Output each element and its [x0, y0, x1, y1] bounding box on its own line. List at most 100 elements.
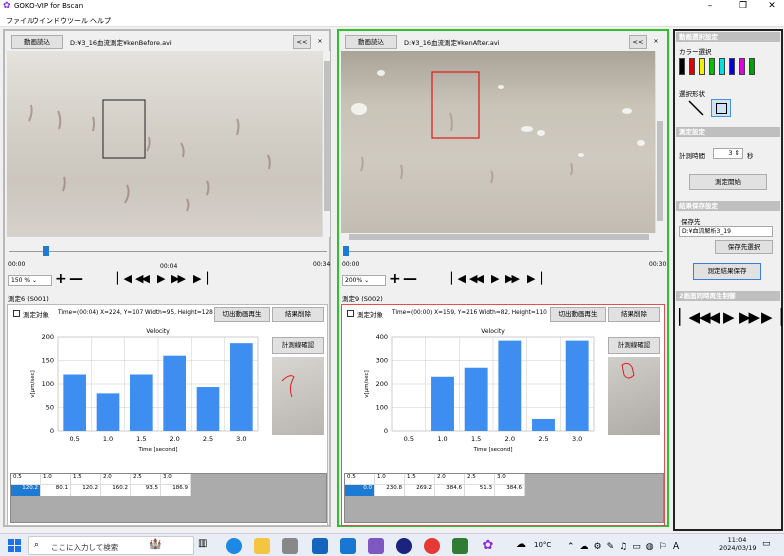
menu-help[interactable]: ヘルプ	[90, 16, 111, 26]
velocity-chart: Velocity 0 50 100 150 200 0.5 1.0 1.5 2.0 2.5 3.0 Ti…	[10, 325, 268, 470]
rect-shape-icon[interactable]	[711, 99, 731, 117]
video-hscroll[interactable]	[341, 233, 663, 241]
taskbar-search[interactable]: ⌕ ここに入力して検索 🏰	[28, 536, 194, 555]
restore-icon[interactable]: ❐	[733, 1, 753, 11]
color-swatch[interactable]	[699, 58, 705, 75]
outlook-icon[interactable]	[340, 538, 356, 554]
close-panel-button[interactable]: ×	[649, 35, 663, 49]
zoom-select[interactable]: 150 % ⌄	[8, 275, 52, 286]
load-video-button[interactable]: 動画読込	[11, 35, 63, 49]
table-value-cell[interactable]: 51.3	[465, 485, 495, 496]
table-value-cell[interactable]: 269.2	[405, 485, 435, 496]
video-frame[interactable]	[341, 51, 655, 233]
clip-play-button[interactable]: 切出動画再生	[214, 307, 270, 322]
table-value-cell[interactable]: 120.2	[11, 485, 41, 496]
table-value-cell[interactable]: 186.9	[161, 485, 191, 496]
timeline-handle[interactable]	[43, 246, 50, 256]
color-swatch[interactable]	[739, 58, 745, 75]
measure-time-input[interactable]: 3 ⇕	[713, 148, 743, 159]
notification-icon[interactable]: ▭	[762, 539, 771, 549]
rewind-button[interactable]: ◀◀	[469, 272, 484, 285]
timeline-track[interactable]	[343, 251, 663, 252]
choose-dest-button[interactable]: 保存先選択	[715, 240, 773, 254]
color-swatch[interactable]	[729, 58, 735, 75]
measure-checkbox[interactable]	[13, 310, 20, 317]
collapse-button[interactable]: <<	[293, 35, 311, 49]
scroll-thumb[interactable]	[657, 121, 663, 221]
video-texture	[351, 70, 645, 184]
zoom-out-button[interactable]: —	[69, 271, 83, 287]
sync-rewind-button[interactable]: ◀◀	[699, 308, 720, 326]
first-frame-button[interactable]: ▏◀	[117, 272, 132, 285]
timeline-track[interactable]	[9, 251, 327, 252]
measure-checkbox[interactable]	[347, 310, 354, 317]
video-frame[interactable]	[7, 51, 322, 237]
mail-icon[interactable]	[312, 538, 328, 554]
video-vscroll[interactable]	[655, 51, 663, 233]
load-video-button[interactable]: 動画読込	[345, 35, 397, 49]
zoom-in-button[interactable]: +	[389, 271, 401, 287]
table-value-cell[interactable]: 230.8	[375, 485, 405, 496]
color-swatch[interactable]	[709, 58, 715, 75]
save-dest-input[interactable]: D:¥血流解析3_19	[679, 226, 773, 237]
fast-forward-button[interactable]: ▶▶	[171, 272, 186, 285]
task-view-icon[interactable]: ▥	[198, 538, 214, 554]
copilot-icon[interactable]	[368, 538, 384, 554]
close-window-icon[interactable]: ✕	[762, 1, 782, 11]
sync-fast-forward-button[interactable]: ▶▶	[739, 308, 760, 326]
close-panel-button[interactable]: ×	[313, 35, 327, 49]
color-swatch[interactable]	[689, 58, 695, 75]
table-value-cell[interactable]: 384.6	[435, 485, 465, 496]
confirm-line-button[interactable]: 計測線確認	[272, 337, 324, 354]
scroll-thumb[interactable]	[324, 61, 330, 211]
clock[interactable]: 11:04 2024/03/19	[719, 536, 756, 552]
color-swatch[interactable]	[749, 58, 755, 75]
play-button[interactable]: ▶	[157, 272, 166, 285]
chrome-icon[interactable]	[424, 538, 440, 554]
color-swatch[interactable]	[719, 58, 725, 75]
zoom-app-icon[interactable]	[396, 538, 412, 554]
goko-app-icon[interactable]: ✿	[480, 538, 496, 554]
play-button[interactable]: ▶	[491, 272, 500, 285]
table-value-cell[interactable]: 120.2	[71, 485, 101, 496]
line-shape-icon[interactable]	[687, 99, 705, 117]
minimize-icon[interactable]: –	[700, 1, 720, 11]
rewind-button[interactable]: ◀◀	[135, 272, 150, 285]
measure-info: Time=(00:04) X=224, Y=107 Width=95, Heig…	[58, 310, 213, 316]
sync-first-frame-button[interactable]: ▏◀	[679, 308, 700, 326]
table-value-cell[interactable]: 0.0	[345, 485, 375, 496]
explorer-icon[interactable]	[254, 538, 270, 554]
video-vscroll[interactable]	[322, 51, 330, 237]
zoom-out-button[interactable]: —	[403, 271, 417, 287]
menu-window[interactable]: ウインドウ	[32, 16, 67, 26]
save-results-button[interactable]: 測定結果保存	[693, 263, 761, 280]
edge-icon[interactable]	[226, 538, 242, 554]
scroll-thumb[interactable]	[349, 234, 649, 240]
collapse-button[interactable]: <<	[629, 35, 647, 49]
menu-file[interactable]: ファイル	[6, 16, 34, 26]
first-frame-button[interactable]: ▏◀	[451, 272, 466, 285]
table-value-cell[interactable]: 160.2	[101, 485, 131, 496]
clip-play-button[interactable]: 切出動画再生	[550, 307, 606, 322]
zoom-in-button[interactable]: +	[55, 271, 67, 287]
zoom-select[interactable]: 200% ⌄	[342, 275, 386, 286]
menu-tool[interactable]: ツール	[67, 16, 88, 26]
fast-forward-button[interactable]: ▶▶	[505, 272, 520, 285]
excel-icon[interactable]	[452, 538, 468, 554]
sync-last-frame-button[interactable]: ▶▕	[761, 308, 782, 326]
table-value-cell[interactable]: 384.6	[495, 485, 525, 496]
last-frame-button[interactable]: ▶▕	[193, 272, 208, 285]
store-icon[interactable]	[282, 538, 298, 554]
windows-start-icon[interactable]	[8, 539, 21, 552]
delete-result-button[interactable]: 結果削除	[608, 307, 660, 322]
tray-icons[interactable]: ⌃☁⚙✎♫▭◍⚐Ａ	[567, 539, 686, 552]
last-frame-button[interactable]: ▶▕	[527, 272, 542, 285]
color-swatch[interactable]	[679, 58, 685, 75]
table-value-cell[interactable]: 80.1	[41, 485, 71, 496]
timeline-handle[interactable]	[343, 246, 349, 256]
sync-play-button[interactable]: ▶	[723, 308, 734, 326]
start-measure-button[interactable]: 測定開始	[689, 174, 767, 190]
table-value-cell[interactable]: 93.5	[131, 485, 161, 496]
confirm-line-button[interactable]: 計測線確認	[608, 337, 660, 354]
delete-result-button[interactable]: 結果削除	[272, 307, 324, 322]
